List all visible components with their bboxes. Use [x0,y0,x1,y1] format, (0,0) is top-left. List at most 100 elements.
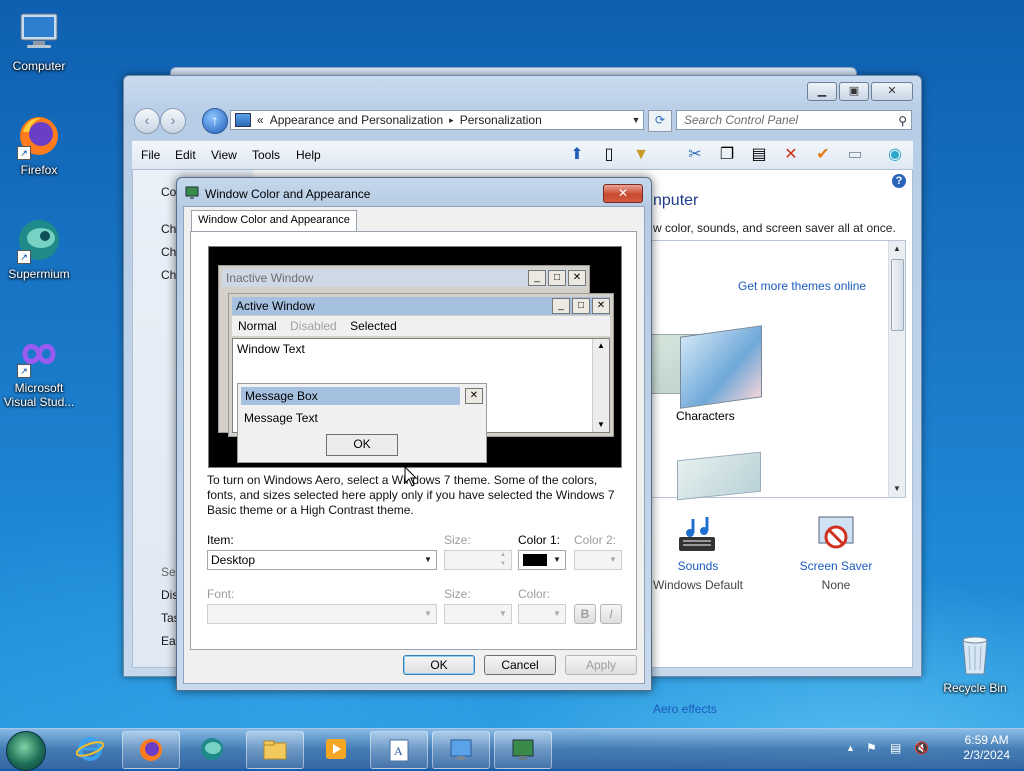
font-color-picker[interactable]: ▼ [518,604,566,624]
sounds-item[interactable]: Sounds Windows Default [643,515,753,592]
font-select[interactable]: ▼ [207,604,437,624]
desktop-icon-supermium[interactable]: ↗ Supermium [2,216,76,281]
taskbar-supermium[interactable] [184,731,240,767]
taskbar-control-panel[interactable] [432,731,490,769]
clock-time: 6:59 AM [964,733,1009,747]
menu-file[interactable]: File [141,148,160,162]
start-button[interactable] [6,731,46,771]
sidebar-item[interactable]: Ch [161,268,176,282]
action-center-flag-icon[interactable]: ⚑ [866,741,877,755]
italic-button[interactable]: I [600,604,622,624]
globe-icon[interactable]: ◉ [884,144,906,166]
bold-button[interactable]: B [574,604,596,624]
address-bar[interactable]: « Appearance and Personalization ▸ Perso… [230,110,644,130]
desktop-icon-recycle-bin[interactable]: Recycle Bin [938,630,1012,695]
navigation-bar: ‹ › ↑ « Appearance and Personalization ▸… [132,106,913,134]
help-icon[interactable]: ? [892,174,906,188]
dialog-monitor-icon [185,186,199,200]
folder-icon [263,740,287,760]
desktop-icon-label: Supermium [8,267,70,281]
breadcrumb-item-personalization[interactable]: Personalization [460,113,542,127]
taskbar-wordpad[interactable]: A [370,731,428,769]
menu-view[interactable]: View [211,148,237,162]
item-select[interactable]: Desktop ▼ [207,550,437,570]
forward-button[interactable]: › [160,108,186,134]
up-arrow-icon[interactable]: ⬆ [566,144,588,166]
system-clock[interactable]: 6:59 AM 2/3/2024 [963,733,1010,763]
themes-scrollbar[interactable]: ▲ ▼ [888,241,905,497]
delete-icon[interactable]: ✕ [780,144,802,166]
properties-icon[interactable]: ▭ [844,144,866,166]
chevron-down-icon[interactable]: ▼ [549,551,565,569]
theme-next-thumbnail[interactable] [677,451,761,501]
search-icon[interactable]: ⚲ [898,112,907,130]
get-more-themes-link[interactable]: Get more themes online [738,279,866,293]
themes-list[interactable]: Get more themes online Characters ▲ ▼ [648,240,906,501]
screen-saver-item[interactable]: Screen Saver None [781,515,891,592]
close-icon: ✕ [592,298,610,314]
stepper-icon[interactable]: ▲ ▼ [495,551,511,569]
chevron-down-icon[interactable]: ▼ [420,551,436,569]
minimize-icon: _ [528,270,546,286]
cancel-button[interactable]: Cancel [484,655,556,675]
chevron-down-icon[interactable]: ▼ [495,605,511,623]
sidebar-item[interactable]: Ch [161,245,176,259]
tab-window-color[interactable]: Window Color and Appearance [191,210,357,231]
apply-button[interactable]: Apply [565,655,637,675]
taskbar-firefox[interactable] [122,731,180,769]
network-icon[interactable]: ▤ [890,741,901,755]
desktop-icon-visual-studio[interactable]: ↗ Microsoft Visual Stud... [2,330,76,409]
paste-icon[interactable]: ▤ [748,144,770,166]
theme-characters[interactable]: Characters [650,325,770,423]
chevron-down-icon[interactable]: ▼ [629,115,643,125]
folder-options-icon[interactable]: ▼ [630,144,652,166]
menu-tools[interactable]: Tools [252,148,280,162]
refresh-button[interactable]: ⟳ [648,110,672,132]
message-box-buttons: ✕ [465,388,483,404]
minimize-button[interactable]: ▁ [807,82,837,101]
chevron-down-icon[interactable]: ▼ [420,605,436,623]
aero-effects-link[interactable]: Aero effects [653,702,717,716]
show-hidden-icons[interactable]: ▲ [846,743,855,753]
sidebar-item[interactable]: Co [161,185,176,199]
font-color-label: Color: [518,587,551,601]
taskbar-window-color[interactable] [494,731,552,769]
chevron-down-icon[interactable]: ▼ [605,551,621,569]
taskbar: A ▲ ⚑ ▤ 🔇 6:59 AM 2/3/2024 [0,728,1024,771]
maximize-button[interactable]: ▣ [839,82,869,101]
cut-icon[interactable]: ✂ [684,144,706,166]
supermium-icon: ↗ [15,216,63,264]
dialog-close-button[interactable]: ✕ [603,184,643,203]
desktop-icon-firefox[interactable]: ↗ Firefox [2,112,76,177]
taskbar-media-player[interactable] [308,731,364,767]
close-button[interactable]: ✕ [871,82,913,101]
copy-icon[interactable]: ❐ [716,144,738,166]
preview-message-box[interactable]: Message Box ✕ Message Text OK [237,383,487,463]
back-button[interactable]: ‹ [134,108,160,134]
taskbar-explorer[interactable] [246,731,304,769]
sidebar-item[interactable]: Ch [161,222,176,236]
sounds-label[interactable]: Sounds [643,559,753,573]
scroll-up-icon[interactable]: ▲ [889,241,905,257]
screen-saver-label[interactable]: Screen Saver [781,559,891,573]
item-size-stepper[interactable]: ▲ ▼ [444,550,512,570]
appearance-preview[interactable]: Inactive Window _ □ ✕ Active Window _ □ … [208,246,622,468]
font-size-select[interactable]: ▼ [444,604,512,624]
window-color-dialog[interactable]: Window Color and Appearance ✕ Window Col… [176,177,652,691]
scroll-down-icon[interactable]: ▼ [889,481,905,497]
color1-picker[interactable]: ▼ [518,550,566,570]
chevron-down-icon[interactable]: ▼ [549,605,565,623]
up-button[interactable]: ↑ [202,108,228,134]
volume-muted-icon[interactable]: 🔇 [914,741,929,755]
color2-picker[interactable]: ▼ [574,550,622,570]
taskbar-internet-explorer[interactable] [62,731,118,767]
desktop-icon-computer[interactable]: Computer [2,8,76,73]
search-input[interactable]: Search Control Panel ⚲ [676,110,912,130]
scroll-thumb[interactable] [891,259,904,331]
ok-button[interactable]: OK [403,655,475,675]
breadcrumb-item-appearance[interactable]: Appearance and Personalization [270,113,443,127]
check-icon[interactable]: ✔ [812,144,834,166]
panes-icon[interactable]: ▯ [598,144,620,166]
menu-edit[interactable]: Edit [175,148,196,162]
menu-help[interactable]: Help [296,148,321,162]
